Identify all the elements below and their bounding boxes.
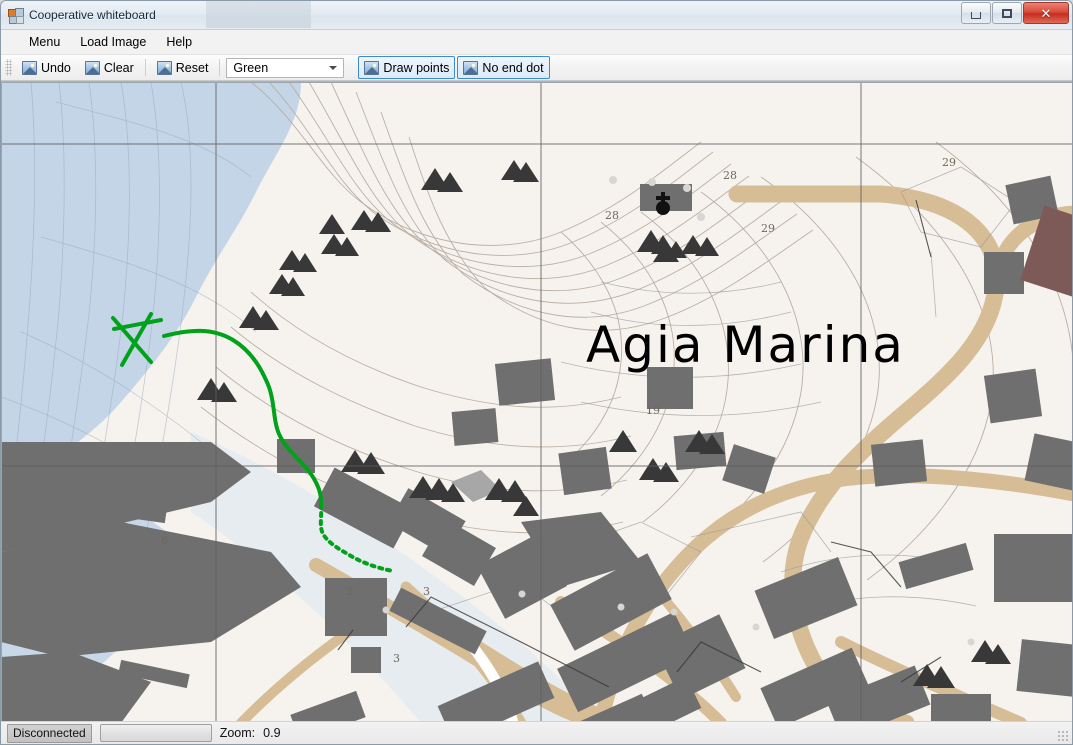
toolbar-grip[interactable]	[5, 59, 12, 76]
toolbar-separator	[144, 59, 146, 76]
application-icon	[8, 7, 24, 24]
map-contour-label: 2	[346, 585, 353, 598]
toolbar-separator	[219, 59, 221, 76]
menu-item-load-image[interactable]: Load Image	[70, 32, 156, 52]
title-bar: Cooperative whiteboard ✕	[1, 1, 1072, 30]
clear-button[interactable]: Clear	[79, 56, 140, 79]
image-icon	[84, 60, 100, 75]
resize-grip[interactable]	[1057, 730, 1069, 742]
menu-item-help[interactable]: Help	[156, 32, 202, 52]
map-contour-label: 29	[942, 156, 956, 169]
status-bar: Disconnected Zoom: 0.9	[1, 721, 1072, 744]
connection-status: Disconnected	[7, 723, 92, 743]
undo-button[interactable]: Undo	[16, 56, 77, 79]
maximize-icon	[1002, 8, 1012, 18]
window-controls: ✕	[960, 2, 1069, 24]
progress-bar	[99, 724, 212, 742]
close-button[interactable]: ✕	[1023, 2, 1069, 24]
image-icon	[463, 60, 479, 75]
zoom-value: 0.9	[263, 726, 281, 740]
no-end-dot-toggle[interactable]: No end dot	[457, 56, 550, 79]
map-contour-label: 6	[161, 534, 168, 547]
window-title: Cooperative whiteboard	[29, 8, 156, 22]
map-contour-label: 3	[423, 585, 430, 598]
map-contour-label: 19	[646, 404, 660, 417]
minimize-button[interactable]	[961, 2, 991, 24]
map-place-label: Agia Marina	[586, 316, 905, 374]
image-icon	[22, 60, 37, 75]
map-image[interactable]: Agia Marina 282928291962334	[1, 82, 1072, 721]
reset-button[interactable]: Reset	[151, 56, 215, 79]
draw-points-label: Draw points	[383, 60, 450, 75]
reset-button-label: Reset	[175, 60, 209, 75]
no-end-dot-label: No end dot	[482, 60, 544, 75]
clear-button-label: Clear	[103, 60, 134, 75]
title-bar-artifact	[206, 1, 311, 28]
image-icon	[156, 60, 172, 75]
menu-item-menu[interactable]: Menu	[19, 32, 70, 52]
toolbar: Undo Clear Reset Green Draw points No en…	[1, 55, 1072, 81]
application-window: Cooperative whiteboard ✕ Menu Load Image…	[0, 0, 1073, 745]
chevron-down-icon	[329, 65, 338, 70]
draw-points-toggle[interactable]: Draw points	[358, 56, 456, 79]
zoom-label: Zoom:	[219, 726, 256, 740]
close-icon: ✕	[1040, 5, 1052, 21]
undo-button-label: Undo	[41, 60, 71, 75]
image-icon	[364, 60, 380, 75]
minimize-icon	[971, 12, 981, 19]
map-contour-label: 28	[605, 209, 619, 222]
color-select-value: Green	[233, 60, 269, 75]
color-select[interactable]: Green	[226, 57, 345, 78]
map-contour-label: 29	[761, 222, 775, 235]
menu-bar: Menu Load Image Help	[1, 30, 1072, 55]
maximize-button[interactable]	[992, 2, 1022, 24]
whiteboard-canvas[interactable]: Agia Marina 282928291962334	[1, 81, 1072, 721]
map-contour-label: 3	[393, 652, 400, 665]
map-contour-label: 28	[723, 169, 737, 182]
